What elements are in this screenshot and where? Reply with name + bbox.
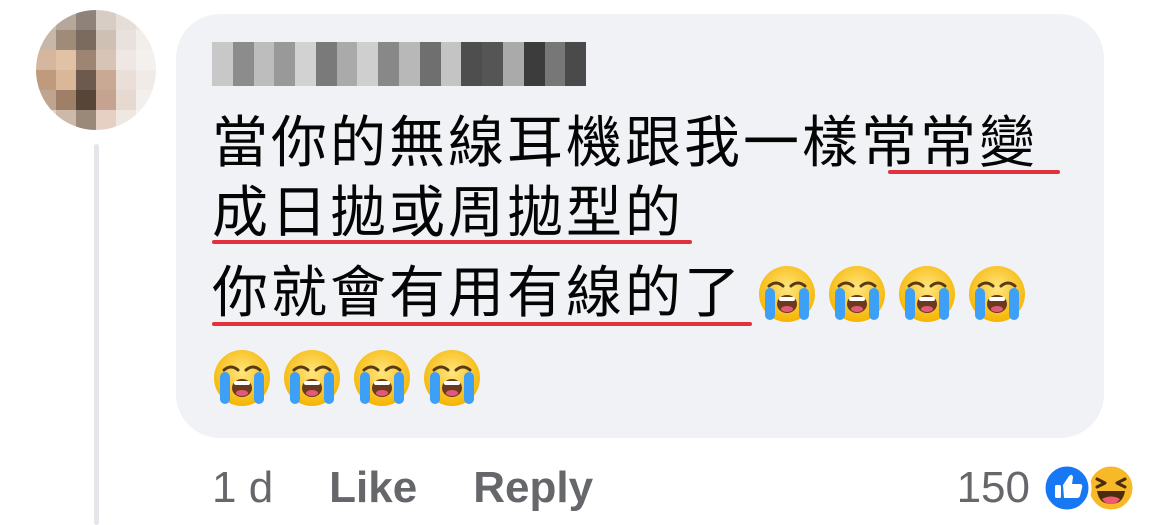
crying-face-emoji-icon bbox=[212, 348, 272, 408]
crying-face-emoji-icon bbox=[422, 348, 482, 408]
haha-reaction-icon bbox=[1086, 463, 1136, 513]
emoji-row bbox=[212, 340, 492, 416]
thread-line bbox=[94, 144, 99, 525]
comment-text-line-3-text: 你就會有用有線的了 bbox=[212, 261, 743, 326]
author-name-blurred[interactable] bbox=[212, 42, 587, 86]
reply-button[interactable]: Reply bbox=[473, 463, 593, 513]
highlight-underline-3 bbox=[212, 322, 752, 326]
crying-face-emoji-icon bbox=[827, 264, 887, 324]
reaction-count[interactable]: 150 bbox=[957, 463, 1030, 513]
highlight-underline-1 bbox=[888, 170, 1060, 174]
comment-actions: 1 d Like Reply bbox=[212, 456, 649, 520]
highlight-underline-2 bbox=[212, 240, 692, 244]
crying-face-emoji-icon bbox=[352, 348, 412, 408]
crying-face-emoji-icon bbox=[757, 264, 817, 324]
comment-text-line-3: 你就會有用有線的了 bbox=[212, 256, 1037, 332]
reaction-summary[interactable]: 150 bbox=[957, 456, 1136, 520]
avatar[interactable] bbox=[36, 10, 156, 130]
comment-timestamp[interactable]: 1 d bbox=[212, 463, 273, 513]
like-reaction-icon bbox=[1042, 463, 1092, 513]
crying-face-emoji-icon bbox=[897, 264, 957, 324]
crying-face-emoji-icon bbox=[967, 264, 1027, 324]
crying-face-emoji-icon bbox=[282, 348, 342, 408]
like-button[interactable]: Like bbox=[329, 463, 417, 513]
